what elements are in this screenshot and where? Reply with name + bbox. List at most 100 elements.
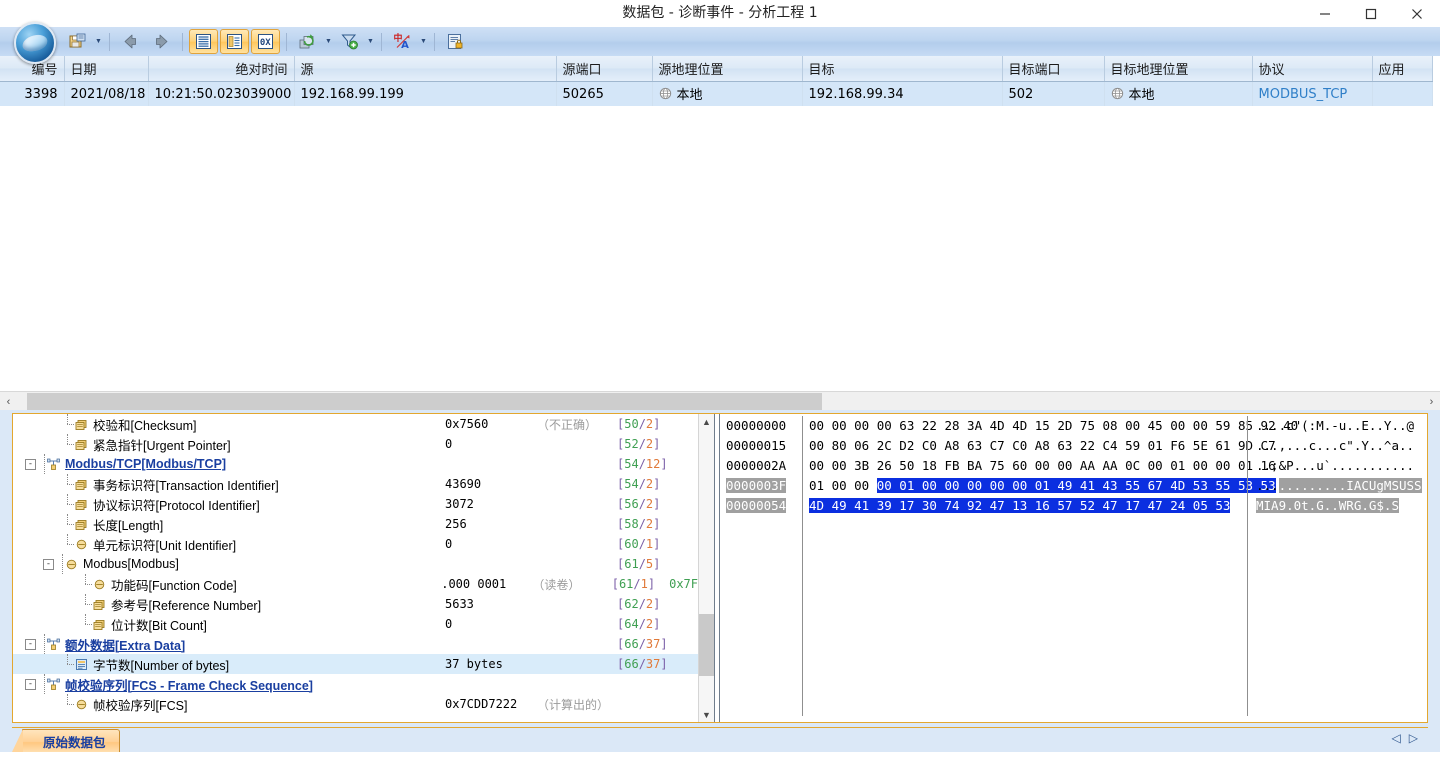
hex-byte-row: 00 00 00 00 63 22 28 3A 4D 4D 15 2D 75 0… bbox=[809, 418, 1299, 433]
column-header-date[interactable]: 日期 bbox=[64, 56, 149, 82]
application-window: 数据包 - 诊断事件 - 分析工程 1 ▼ 0X ▼ ▼ 中 A ▼ 编号 日期… bbox=[0, 0, 1440, 759]
column-header-source[interactable]: 源 bbox=[294, 56, 557, 82]
refresh-packet-icon bbox=[299, 34, 314, 49]
column-header-source-port[interactable]: 源端口 bbox=[556, 56, 653, 82]
column-header-source-geo[interactable]: 源地理位置 bbox=[652, 56, 803, 82]
tree-row[interactable]: 紧急指针[Urgent Pointer] 0 [52/2] bbox=[13, 434, 698, 454]
refresh-button[interactable] bbox=[293, 29, 322, 54]
app-logo[interactable] bbox=[14, 22, 56, 64]
tree-row[interactable]: 长度[Length] 256 [58/2] bbox=[13, 514, 698, 534]
maximize-button[interactable] bbox=[1348, 0, 1394, 27]
table-row[interactable]: 3398 2021/08/18 10:21:50.023039000 192.1… bbox=[0, 81, 1433, 106]
tree-node-value: 0 bbox=[445, 537, 453, 551]
title-bar: 数据包 - 诊断事件 - 分析工程 1 bbox=[0, 0, 1440, 27]
tree-connector bbox=[61, 534, 74, 554]
column-header-dest-port[interactable]: 目标端口 bbox=[1002, 56, 1105, 82]
column-header-protocol[interactable]: 协议 bbox=[1252, 56, 1373, 82]
list-view-icon bbox=[196, 34, 211, 49]
back-button[interactable] bbox=[116, 29, 145, 54]
tree-row[interactable]: 事务标识符[Transaction Identifier] 43690 [54/2] bbox=[13, 474, 698, 494]
field-card-icon bbox=[93, 619, 105, 630]
filter-button[interactable] bbox=[335, 29, 364, 54]
hex-byte-row: 01 00 00 00 01 00 00 00 00 00 01 49 41 4… bbox=[809, 478, 1276, 493]
refresh-dropdown-arrow[interactable]: ▼ bbox=[323, 30, 334, 53]
tree-row[interactable]: 单元标识符[Unit Identifier] 0 [60/1] bbox=[13, 534, 698, 554]
hscroll-right-button[interactable]: › bbox=[1423, 393, 1440, 410]
tree-node-text: 位计数[Bit Count] bbox=[111, 618, 207, 633]
cell-dest-geo-label: 本地 bbox=[1128, 88, 1155, 103]
packet-list-header-row: 编号 日期 绝对时间 源 源端口 源地理位置 目标 目标端口 目标地理位置 协议… bbox=[0, 56, 1433, 82]
tab-next-button[interactable]: ▷ bbox=[1409, 731, 1418, 745]
tree-row[interactable]: - 帧校验序列[FCS - Frame Check Sequence] bbox=[13, 674, 698, 694]
tab-prev-button[interactable]: ◁ bbox=[1392, 731, 1401, 745]
decode-dropdown-arrow[interactable]: ▼ bbox=[418, 30, 429, 53]
tree-vscrollbar[interactable]: ▲ ▼ bbox=[698, 414, 714, 722]
protocol-detail-tree[interactable]: 校验和[Checksum] 0x7560 （不正确） [50/2] 紧急指针[Urgen… bbox=[13, 414, 698, 722]
hex-byte-row: 4D 49 41 39 17 30 74 92 47 13 16 57 52 4… bbox=[809, 496, 1241, 516]
field-card-icon bbox=[75, 479, 87, 490]
hex-dump-view[interactable]: 00000000 00000015 0000002A 0000003F 00000054… bbox=[720, 414, 1427, 722]
toolbar-separator bbox=[109, 32, 110, 51]
tree-row[interactable]: - Modbus/TCP[Modbus/TCP] [54/12] bbox=[13, 454, 698, 474]
tree-node-text: Modbus[Modbus] bbox=[83, 557, 179, 571]
hex-offset-column: 00000000 00000015 0000002A 0000003F 00000054 bbox=[726, 416, 798, 716]
tree-row-label-cell: 紧急指针[Urgent Pointer] bbox=[13, 434, 445, 454]
tree-node-text: 单元标识符[Unit Identifier] bbox=[93, 538, 237, 553]
hscroll-left-button[interactable]: ‹ bbox=[0, 393, 17, 410]
tree-row[interactable]: 帧校验序列[FCS] 0x7CDD7222 （计算出的） bbox=[13, 694, 698, 714]
tree-node-note: （计算出的） bbox=[537, 697, 610, 712]
cell-dest-port: 502 bbox=[1002, 81, 1105, 106]
tree-expander-collapse-icon[interactable]: - bbox=[25, 638, 36, 650]
column-header-abs-time[interactable]: 绝对时间 bbox=[148, 56, 295, 82]
column-header-dest-geo[interactable]: 目标地理位置 bbox=[1104, 56, 1253, 82]
tree-node-value: 0x7CDD7222 bbox=[445, 697, 518, 711]
tree-row[interactable]: 协议标识符[Protocol Identifier] 3072 [56/2] bbox=[13, 494, 698, 514]
tree-row[interactable]: 参考号[Reference Number] 5633 [62/2] bbox=[13, 594, 698, 614]
view-detail-button[interactable] bbox=[220, 29, 249, 54]
tree-scroll-down-button[interactable]: ▼ bbox=[699, 707, 714, 722]
hex-ascii-row: ............IACUgMSUSS bbox=[1256, 478, 1422, 493]
hex-ascii-column: ....c"(:M.-u..E..Y..@ ...,...c...c".Y..^a… bbox=[1256, 416, 1427, 716]
decode-button[interactable]: 中 A bbox=[388, 29, 417, 54]
tree-connector bbox=[61, 654, 74, 674]
save-button[interactable] bbox=[63, 29, 92, 54]
save-dropdown-arrow[interactable]: ▼ bbox=[93, 30, 104, 53]
hex-divider-2 bbox=[1247, 416, 1248, 716]
view-list-button[interactable] bbox=[189, 29, 218, 54]
minimize-button[interactable] bbox=[1302, 0, 1348, 27]
filter-dropdown-arrow[interactable]: ▼ bbox=[365, 30, 376, 53]
tree-node-text: 长度[Length] bbox=[93, 518, 164, 533]
tree-row[interactable]: - Modbus[Modbus] [61/5] bbox=[13, 554, 698, 574]
tab-raw-packet[interactable]: 原始数据包 bbox=[12, 729, 120, 752]
tree-row-label-cell: - Modbus/TCP[Modbus/TCP] bbox=[13, 454, 445, 474]
tree-expander-collapse-icon[interactable]: - bbox=[25, 458, 36, 470]
tree-expander-collapse-icon[interactable]: - bbox=[43, 558, 54, 570]
arrow-left-icon bbox=[124, 34, 136, 49]
tree-expander-collapse-icon[interactable]: - bbox=[25, 678, 36, 690]
tree-row[interactable]: 位计数[Bit Count] 0 [64/2] bbox=[13, 614, 698, 634]
hscroll-track[interactable] bbox=[17, 393, 1423, 410]
hex-offset: 00000000 bbox=[726, 418, 787, 433]
tree-node-offset: [64/2] bbox=[617, 617, 661, 631]
tree-row-label-cell: 长度[Length] bbox=[13, 514, 445, 534]
tree-row[interactable]: - 额外数据[Extra Data] [66/37] bbox=[13, 634, 698, 654]
tree-scroll-up-button[interactable]: ▲ bbox=[699, 414, 714, 429]
tree-node-offset: [58/2] bbox=[617, 517, 661, 531]
tree-scroll-thumb[interactable] bbox=[699, 614, 714, 676]
tree-connector bbox=[38, 634, 46, 654]
tree-row[interactable]: 校验和[Checksum] 0x7560 （不正确） [50/2] bbox=[13, 414, 698, 434]
hscroll-thumb[interactable] bbox=[27, 393, 822, 410]
tree-node-text: 额外数据[Extra Data] bbox=[65, 638, 186, 653]
packet-list-panel: 编号 日期 绝对时间 源 源端口 源地理位置 目标 目标端口 目标地理位置 协议… bbox=[0, 56, 1440, 392]
tree-row-label-cell: 事务标识符[Transaction Identifier] bbox=[13, 474, 445, 494]
view-hex-button[interactable]: 0X bbox=[251, 29, 280, 54]
tree-row[interactable]: 功能码[Function Code] .000 0001 （读卷） [61/1] 0x7… bbox=[13, 574, 698, 594]
lock-report-button[interactable] bbox=[441, 29, 470, 54]
column-header-destination[interactable]: 目标 bbox=[802, 56, 1003, 82]
column-header-application[interactable]: 应用 bbox=[1372, 56, 1433, 82]
packet-list-hscrollbar[interactable]: ‹ › bbox=[0, 391, 1440, 411]
bytes-icon bbox=[76, 658, 87, 670]
tree-row[interactable]: 字节数[Number of bytes] 37 bytes [66/37] bbox=[13, 654, 698, 674]
forward-button[interactable] bbox=[147, 29, 176, 54]
close-button[interactable] bbox=[1394, 0, 1440, 27]
